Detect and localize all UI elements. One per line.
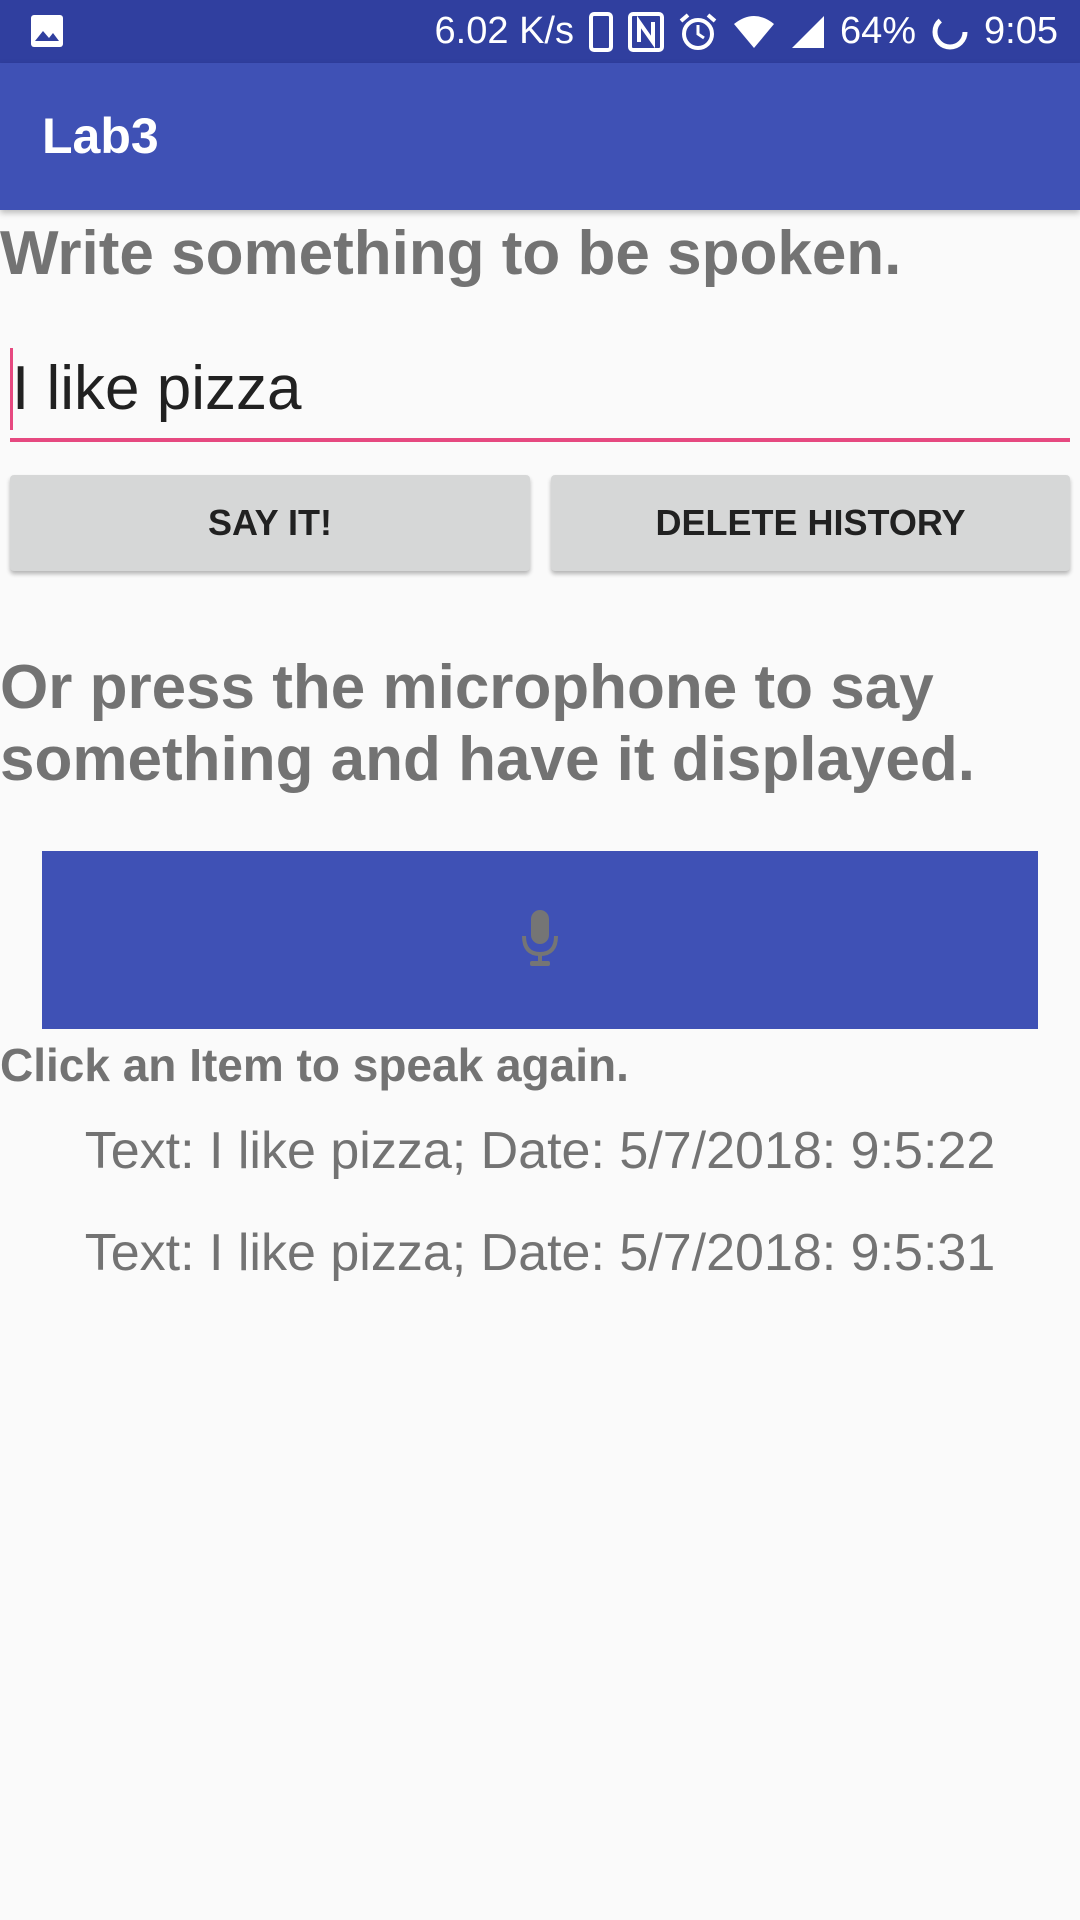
history-item[interactable]: Text: I like pizza; Date: 5/7/2018: 9:5:… [0, 1202, 1080, 1304]
write-prompt: Write something to be spoken. [0, 219, 902, 288]
signal-icon [790, 14, 826, 50]
battery-icon [930, 12, 970, 52]
history-item[interactable]: Text: I like pizza; Date: 5/7/2018: 9:5:… [0, 1100, 1080, 1202]
microphone-prompt: Or press the microphone to say something… [0, 653, 975, 794]
network-speed: 6.02 K/s [434, 10, 574, 52]
microphone-icon [520, 908, 560, 973]
say-it-button[interactable]: SAY IT! [10, 475, 530, 571]
history-list: Text: I like pizza; Date: 5/7/2018: 9:5:… [0, 1100, 1080, 1304]
delete-history-button[interactable]: DELETE HISTORY [551, 475, 1070, 571]
microphone-button[interactable] [42, 851, 1038, 1029]
history-prompt: Click an Item to speak again. [0, 1039, 629, 1091]
clock: 9:05 [984, 10, 1058, 52]
text-input-field[interactable] [10, 340, 1070, 442]
phone-icon [588, 11, 614, 52]
app-bar: Lab3 [0, 63, 1080, 210]
alarm-icon [678, 12, 718, 52]
speech-text-input[interactable] [10, 340, 1070, 436]
battery-level: 64% [839, 10, 917, 52]
nfc-icon [627, 11, 664, 52]
status-bar: 6.02 K/s 64% 9:05 [0, 0, 1080, 63]
gallery-icon [30, 14, 64, 58]
wifi-icon [732, 14, 776, 50]
app-title: Lab3 [42, 108, 159, 164]
